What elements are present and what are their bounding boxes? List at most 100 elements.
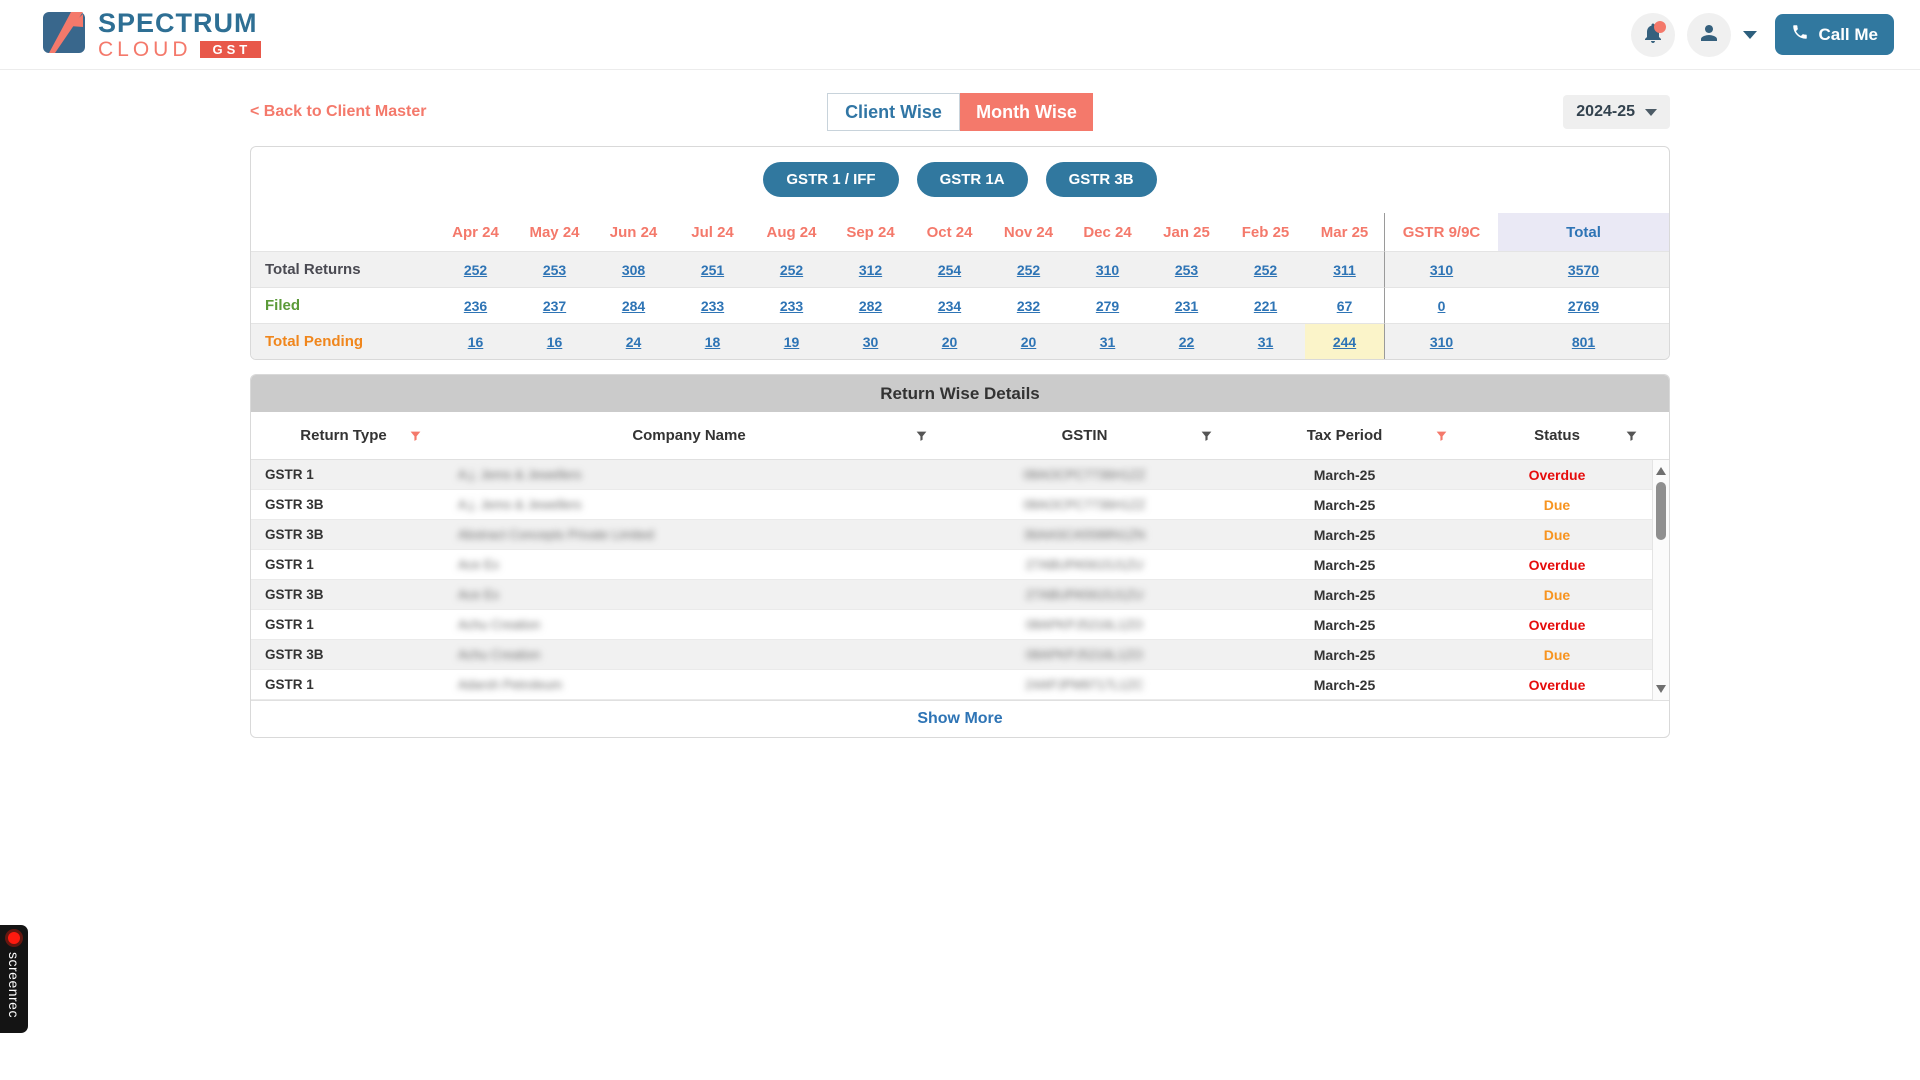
summary-value-link[interactable]: 237 xyxy=(543,298,566,314)
summary-value-link[interactable]: 233 xyxy=(701,298,724,314)
summary-value-link[interactable]: 279 xyxy=(1096,298,1119,314)
filter-icon[interactable] xyxy=(1200,428,1213,443)
top-bar: SPECTRUM CLOUD GST xyxy=(0,0,1920,70)
summary-value-link[interactable]: 31 xyxy=(1258,334,1274,350)
summary-value-link[interactable]: 252 xyxy=(464,262,487,278)
summary-cell: 31 xyxy=(1226,323,1305,359)
table-row[interactable]: GSTR 1Achu Creation08APKPJ5216L1ZOMarch-… xyxy=(251,610,1652,640)
summary-value-link[interactable]: 234 xyxy=(938,298,961,314)
gstin-cell-blurred: 24APJPM9717L1ZC xyxy=(942,677,1227,692)
summary-value-link[interactable]: 252 xyxy=(780,262,803,278)
table-row[interactable]: GSTR 3BAchu Creation08APKPJ5216L1ZOMarch… xyxy=(251,640,1652,670)
scroll-up-icon[interactable] xyxy=(1656,467,1666,475)
summary-cell: 16 xyxy=(436,323,515,359)
filter-icon[interactable] xyxy=(409,428,422,443)
summary-value-link[interactable]: 22 xyxy=(1179,334,1195,350)
summary-total-header: Total xyxy=(1498,213,1669,251)
summary-month-header: Oct 24 xyxy=(910,213,989,251)
details-title: Return Wise Details xyxy=(251,375,1669,412)
details-column-header-gstin: GSTIN xyxy=(942,427,1227,444)
summary-value-link[interactable]: 20 xyxy=(942,334,958,350)
filter-icon[interactable] xyxy=(1435,428,1448,443)
summary-value-link[interactable]: 310 xyxy=(1430,334,1453,350)
summary-value-link[interactable]: 252 xyxy=(1254,262,1277,278)
table-row[interactable]: GSTR 1Ace Ex27ABUPA5615J1ZUMarch-25Overd… xyxy=(251,550,1652,580)
account-button[interactable] xyxy=(1687,13,1731,57)
summary-value-link[interactable]: 312 xyxy=(859,262,882,278)
summary-cell: 30 xyxy=(831,323,910,359)
summary-value-link[interactable]: 19 xyxy=(784,334,800,350)
summary-value-link[interactable]: 251 xyxy=(701,262,724,278)
summary-value-link[interactable]: 3570 xyxy=(1568,262,1599,278)
record-dot-icon xyxy=(8,932,20,944)
back-to-client-master-link[interactable]: < Back to Client Master xyxy=(250,103,427,121)
app-logo: SPECTRUM CLOUD GST xyxy=(42,9,261,60)
summary-cell: 67 xyxy=(1305,287,1384,323)
scrollbar-thumb[interactable] xyxy=(1656,482,1666,540)
vertical-scrollbar[interactable] xyxy=(1652,460,1669,700)
filter-icon[interactable] xyxy=(1625,428,1638,443)
summary-value-link[interactable]: 233 xyxy=(780,298,803,314)
tab-month-wise[interactable]: Month Wise xyxy=(960,93,1093,131)
return-type-cell: GSTR 3B xyxy=(251,527,436,542)
summary-value-link[interactable]: 244 xyxy=(1333,334,1356,350)
gstin-cell-blurred: 08AOCPC7736H1ZZ xyxy=(942,497,1227,512)
gstr-tab-gstr-1-iff[interactable]: GSTR 1 / IFF xyxy=(763,162,898,197)
call-me-button[interactable]: Call Me xyxy=(1775,14,1894,55)
summary-value-link[interactable]: 801 xyxy=(1572,334,1595,350)
view-toggle: Client Wise Month Wise xyxy=(827,93,1093,131)
summary-value-link[interactable]: 282 xyxy=(859,298,882,314)
summary-value-link[interactable]: 221 xyxy=(1254,298,1277,314)
tab-client-wise[interactable]: Client Wise xyxy=(827,93,960,131)
show-more-row: Show More xyxy=(251,700,1669,737)
summary-value-link[interactable]: 30 xyxy=(863,334,879,350)
summary-value-link[interactable]: 24 xyxy=(626,334,642,350)
table-row[interactable]: GSTR 3BA.j. Jems & Jewellers08AOCPC7736H… xyxy=(251,490,1652,520)
summary-month-header: Aug 24 xyxy=(752,213,831,251)
summary-value-link[interactable]: 67 xyxy=(1337,298,1353,314)
summary-value-link[interactable]: 310 xyxy=(1096,262,1119,278)
summary-value-link[interactable]: 236 xyxy=(464,298,487,314)
scroll-down-icon[interactable] xyxy=(1656,685,1666,693)
summary-corner-cell xyxy=(251,213,436,251)
summary-value-link[interactable]: 16 xyxy=(547,334,563,350)
table-row[interactable]: GSTR 3BAce Ex27ABUPA5615J1ZUMarch-25Due xyxy=(251,580,1652,610)
summary-value-link[interactable]: 254 xyxy=(938,262,961,278)
summary-value-link[interactable]: 252 xyxy=(1017,262,1040,278)
summary-cell: 231 xyxy=(1147,287,1226,323)
summary-value-link[interactable]: 31 xyxy=(1100,334,1116,350)
chevron-down-icon[interactable] xyxy=(1743,31,1757,39)
summary-value-link[interactable]: 16 xyxy=(468,334,484,350)
summary-cell: 252 xyxy=(436,251,515,287)
summary-value-link[interactable]: 308 xyxy=(622,262,645,278)
filter-icon[interactable] xyxy=(915,428,928,443)
tax-period-cell: March-25 xyxy=(1227,467,1462,483)
summary-value-link[interactable]: 310 xyxy=(1430,262,1453,278)
summary-value-link[interactable]: 311 xyxy=(1333,262,1356,278)
status-cell: Due xyxy=(1462,497,1652,513)
summary-cell: 252 xyxy=(1226,251,1305,287)
summary-cell: 22 xyxy=(1147,323,1226,359)
table-row[interactable]: GSTR 1A.j. Jems & Jewellers08AOCPC7736H1… xyxy=(251,460,1652,490)
details-column-header-company-name: Company Name xyxy=(436,427,942,444)
summary-value-link[interactable]: 284 xyxy=(622,298,645,314)
gstr-tab-gstr-3b[interactable]: GSTR 3B xyxy=(1046,162,1157,197)
summary-gstr99c-header: GSTR 9/9C xyxy=(1384,213,1498,251)
screen-recorder-badge[interactable]: screenrec xyxy=(0,925,28,1033)
gstr-tab-gstr-1a[interactable]: GSTR 1A xyxy=(917,162,1028,197)
summary-value-link[interactable]: 232 xyxy=(1017,298,1040,314)
summary-value-link[interactable]: 253 xyxy=(543,262,566,278)
return-wise-details-card: Return Wise Details Return TypeCompany N… xyxy=(250,374,1670,738)
summary-value-link[interactable]: 231 xyxy=(1175,298,1198,314)
summary-value-link[interactable]: 20 xyxy=(1021,334,1037,350)
notifications-button[interactable] xyxy=(1631,13,1675,57)
financial-year-dropdown[interactable]: 2024-25 xyxy=(1563,95,1670,129)
summary-cell: 232 xyxy=(989,287,1068,323)
table-row[interactable]: GSTR 1Adarsh Petroleum24APJPM9717L1ZCMar… xyxy=(251,670,1652,700)
summary-value-link[interactable]: 18 xyxy=(705,334,721,350)
summary-value-link[interactable]: 2769 xyxy=(1568,298,1599,314)
table-row[interactable]: GSTR 3BAbstract Concepts Private Limited… xyxy=(251,520,1652,550)
summary-value-link[interactable]: 253 xyxy=(1175,262,1198,278)
show-more-link[interactable]: Show More xyxy=(917,710,1002,728)
summary-value-link[interactable]: 0 xyxy=(1438,298,1446,314)
